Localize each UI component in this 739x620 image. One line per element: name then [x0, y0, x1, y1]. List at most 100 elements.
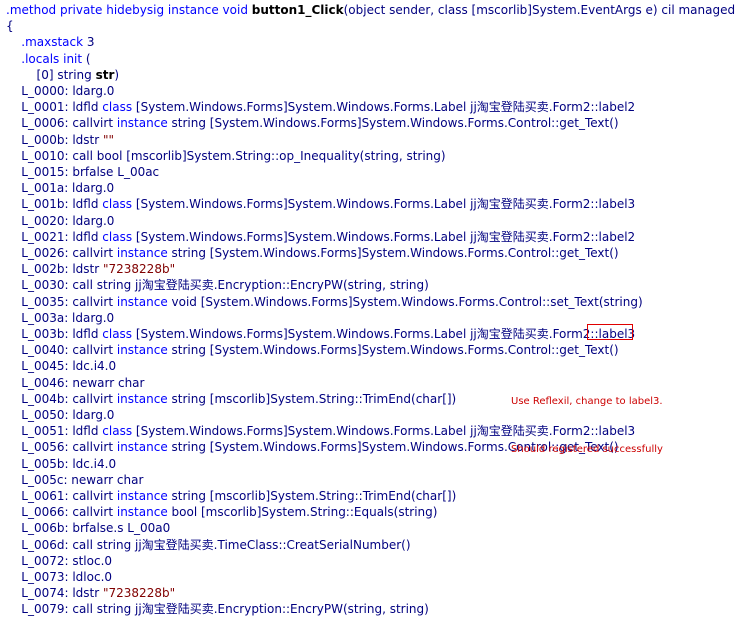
code-token-plain: L_0079: call string jj淘宝登陆买卖.Encryption:…	[6, 602, 429, 617]
code-token-plain: L_0020: ldarg.0	[6, 213, 115, 228]
code-line: L_0050: ldarg.0	[6, 407, 114, 423]
code-token-plain: L_000b: ldstr	[6, 132, 103, 147]
code-token-bold: button1_Click	[251, 3, 344, 17]
code-line: L_0072: stloc.0	[6, 553, 112, 569]
code-line: .method private hidebysig instance void …	[6, 2, 735, 18]
code-token-plain: {	[6, 19, 14, 34]
code-line: L_0035: callvirt instance void [System.W…	[6, 294, 643, 310]
code-line: L_0021: ldfld class [System.Windows.Form…	[6, 229, 635, 245]
code-token-plain: L_003b: ldfld	[6, 327, 103, 341]
code-token-plain: L_001b: ldfld	[6, 197, 103, 212]
code-token-kw: instance	[116, 505, 168, 520]
code-line: L_0045: ldc.i4.0	[6, 358, 116, 374]
code-token-plain: bool [mscorlib]System.String::Equals(str…	[167, 505, 438, 520]
code-token-plain: [System.Windows.Forms]System.Windows.For…	[132, 229, 636, 244]
code-token-plain: L_0045: ldc.i4.0	[6, 359, 117, 374]
code-token-plain: [System.Windows.Forms]System.Windows.For…	[132, 100, 636, 115]
code-token-plain: L_0074: ldstr	[6, 586, 103, 601]
code-token-kw: .method private hidebysig instance void	[6, 3, 252, 17]
code-line: L_006b: brfalse.s L_00a0	[6, 520, 170, 536]
code-token-kw: class	[102, 424, 133, 439]
code-token-plain: L_0015: brfalse L_00ac	[6, 165, 160, 179]
code-line: L_005c: newarr char	[6, 472, 143, 488]
code-line: L_0010: call bool [mscorlib]System.Strin…	[6, 148, 446, 164]
code-token-bold: str	[95, 67, 115, 82]
code-token-kw: instance	[116, 489, 168, 503]
code-line: L_003a: ldarg.0	[6, 310, 114, 326]
code-token-plain: string [System.Windows.Forms]System.Wind…	[167, 246, 619, 260]
code-token-plain: 3	[83, 35, 95, 50]
code-line: L_003b: ldfld class [System.Windows.Form…	[6, 326, 635, 342]
code-line: [0] string str)	[6, 67, 120, 83]
code-token-kw: class	[102, 229, 133, 244]
code-token-plain: L_003a: ldarg.0	[6, 310, 115, 325]
code-token-plain: string [System.Windows.Forms]System.Wind…	[167, 343, 619, 358]
code-token-plain: L_005b: ldc.i4.0	[6, 456, 117, 471]
code-token-plain: L_0066: callvirt	[6, 505, 117, 520]
code-token-plain: string [mscorlib]System.String::TrimEnd(…	[167, 391, 457, 406]
code-token-plain: L_0030: call string jj淘宝登陆买卖.Encryption:…	[6, 278, 429, 293]
code-token-plain: [0] string	[6, 67, 96, 82]
code-token-plain: L_0050: ldarg.0	[6, 408, 115, 422]
code-token-kw: instance	[116, 246, 168, 260]
code-token-plain: L_005c: newarr char	[6, 472, 144, 487]
code-token-plain: L_0040: callvirt	[6, 343, 117, 358]
code-token-str: "7238228b"	[103, 586, 176, 601]
code-line: L_0061: callvirt instance string [mscorl…	[6, 488, 456, 504]
code-token-plain: L_0010: call bool [mscorlib]System.Strin…	[6, 148, 446, 163]
code-line: L_0073: ldloc.0	[6, 569, 112, 585]
code-line: L_0079: call string jj淘宝登陆买卖.Encryption:…	[6, 601, 429, 617]
code-line: L_0006: callvirt instance string [System…	[6, 115, 619, 131]
code-token-str: ""	[102, 132, 115, 147]
code-line: L_0000: ldarg.0	[6, 83, 114, 99]
code-token-plain: L_0000: ldarg.0	[6, 84, 115, 98]
code-token-kw: instance	[116, 116, 168, 131]
code-token-plain: L_0001: ldfld	[6, 100, 103, 115]
code-token-kw: .locals init	[21, 51, 83, 66]
code-token-kw: class	[102, 327, 133, 341]
code-token-plain: L_0035: callvirt	[6, 294, 117, 309]
code-line: {	[6, 18, 14, 34]
code-token-plain: [System.Windows.Forms]System.Windows.For…	[132, 197, 636, 212]
code-token-plain: string [mscorlib]System.String::TrimEnd(…	[167, 489, 457, 503]
code-line: L_0001: ldfld class [System.Windows.Form…	[6, 99, 635, 115]
code-token-kw: class	[102, 197, 133, 212]
code-token-plain: L_0026: callvirt	[6, 246, 117, 260]
code-line: L_004b: callvirt instance string [mscorl…	[6, 391, 456, 407]
code-token-plain: L_001a: ldarg.0	[6, 181, 115, 196]
code-token-kw: instance	[116, 343, 168, 358]
code-line: L_006d: call string jj淘宝登陆买卖.TimeClass::…	[6, 537, 411, 553]
reflexil-annotation: Use Reflexil, change to label3. Should r…	[511, 362, 663, 474]
code-line: L_002b: ldstr "7238228b"	[6, 261, 175, 277]
code-line: L_0020: ldarg.0	[6, 213, 114, 229]
code-token-plain: L_004b: callvirt	[6, 391, 117, 406]
code-line: .maxstack 3	[6, 34, 95, 50]
code-line: L_0040: callvirt instance string [System…	[6, 342, 619, 358]
code-line: L_0066: callvirt instance bool [mscorlib…	[6, 504, 437, 520]
code-token-plain: [System.Windows.Forms]System.Windows.For…	[132, 327, 636, 341]
code-line: L_001a: ldarg.0	[6, 180, 114, 196]
code-token-plain: L_006d: call string jj淘宝登陆买卖.TimeClass::…	[6, 537, 411, 552]
code-token-kw: .maxstack	[21, 35, 84, 50]
code-line: L_0046: newarr char	[6, 375, 144, 391]
code-token-plain: string [System.Windows.Forms]System.Wind…	[167, 116, 619, 131]
annotation-line-2: Should registered successfully	[511, 444, 663, 455]
code-line: L_0015: brfalse L_00ac	[6, 164, 159, 180]
label3-highlight-box	[587, 324, 633, 340]
code-token-plain: )	[114, 67, 120, 82]
code-token-plain: L_0056: callvirt	[6, 440, 117, 455]
code-token-kw: class	[102, 100, 133, 115]
code-token-kw: instance	[116, 440, 168, 455]
code-token-plain: L_0061: callvirt	[6, 489, 117, 503]
code-line: L_000b: ldstr ""	[6, 132, 114, 148]
annotation-line-1: Use Reflexil, change to label3.	[511, 396, 663, 407]
code-token-str: "7238228b"	[102, 262, 176, 277]
code-token-plain: L_002b: ldstr	[6, 262, 103, 277]
code-token-plain: void [System.Windows.Forms]System.Window…	[167, 294, 643, 309]
code-token-plain: (	[82, 51, 91, 66]
code-line: .locals init (	[6, 51, 91, 67]
code-line: L_0030: call string jj淘宝登陆买卖.Encryption:…	[6, 277, 429, 293]
code-token-kw: instance	[116, 391, 168, 406]
